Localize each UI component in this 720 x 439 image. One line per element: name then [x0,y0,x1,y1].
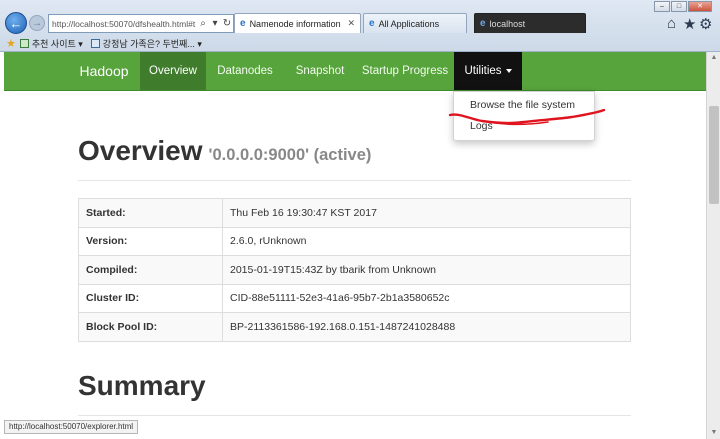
refresh-icon[interactable]: ↻ [221,18,233,29]
nav-utilities[interactable]: Utilities [454,52,522,90]
minimize-button[interactable]: – [654,1,670,12]
row-value: 2.6.0, rUnknown [222,226,631,256]
favorite-item-news[interactable]: 강정남 가족은? 두번째... ▾ [90,37,202,50]
arrow-right-icon: → [32,17,42,29]
maximize-button[interactable]: □ [671,1,687,12]
overview-subtitle: '0.0.0.0:9000' (active) [208,146,372,164]
row-value: CID-88e51111-52e3-41a6-95b7-2b1a3580652c [222,283,631,313]
site-icon [90,39,100,48]
table-row: Cluster ID: CID-88e51111-52e3-41a6-95b7-… [78,283,631,313]
arrow-left-icon: ← [9,15,23,31]
gear-icon[interactable]: ⚙ [699,15,712,33]
browser-tab-applications[interactable]: e All Applications [363,13,467,33]
navbar: Hadoop Overview Datanodes Snapshot Start… [4,52,706,91]
site-icon [19,39,29,48]
favorites-star-icon[interactable]: ★ [6,37,16,50]
ie-page-icon: e [240,18,246,29]
row-key: Cluster ID: [78,283,223,313]
table-row: Block Pool ID: BP-2113361586-192.168.0.1… [78,312,631,342]
nav-overview[interactable]: Overview [140,52,206,90]
scroll-down-icon[interactable]: ▼ [709,429,719,436]
address-url: http://localhost:50070/dfshealth.html#t [52,18,196,29]
favorites-bar: ★ 추천 사이트 ▾ 강정남 가족은? 두번째... ▾ [0,35,720,52]
forward-button[interactable]: → [29,15,45,31]
nav-startup-progress[interactable]: Startup Progress [356,52,454,90]
scroll-thumb[interactable] [709,106,719,204]
nav-utilities-label: Utilities [464,65,502,77]
nav-datanodes[interactable]: Datanodes [206,52,284,90]
tab-label: All Applications [378,18,440,29]
table-row: Started: Thu Feb 16 19:30:47 KST 2017 [78,198,631,228]
page-content: Hadoop Overview Datanodes Snapshot Start… [0,52,706,439]
brand-link[interactable]: Hadoop [68,52,140,90]
ie-page-icon: e [480,18,486,29]
nav-snapshot[interactable]: Snapshot [284,52,356,90]
browser-toolbar: ← → http://localhost:50070/dfshealth.htm… [0,0,720,52]
row-key: Block Pool ID: [78,312,223,342]
row-value: 2015-01-19T15:43Z by tbarik from Unknown [222,255,631,285]
tab-label: Namenode information [249,18,341,29]
row-value: Thu Feb 16 19:30:47 KST 2017 [222,198,631,228]
home-icon[interactable]: ⌂ [667,15,676,32]
table-row: Version: 2.6.0, rUnknown [78,226,631,256]
dropdown-icon[interactable]: ▾ [209,18,221,29]
browser-tab-localhost[interactable]: e localhost [474,13,586,33]
tab-label: localhost [489,18,526,29]
caret-down-icon [505,68,512,73]
ie-page-icon: e [369,18,375,29]
row-key: Started: [78,198,223,228]
browser-tab-namenode[interactable]: e Namenode information ✕ [234,13,361,33]
divider [78,415,631,416]
page-title: Overview '0.0.0.0:9000' (active) [78,135,371,167]
table-row: Compiled: 2015-01-19T15:43Z by tbarik fr… [78,255,631,285]
favorites-star-icon[interactable]: ★ [683,15,696,33]
overview-table: Started: Thu Feb 16 19:30:47 KST 2017 Ve… [78,198,631,342]
row-value: BP-2113361586-192.168.0.151-148724102848… [222,312,631,342]
close-window-button[interactable]: ✕ [688,1,712,12]
summary-title: Summary [78,370,206,401]
back-button[interactable]: ← [5,12,27,34]
divider [78,180,631,181]
row-key: Compiled: [78,255,223,285]
address-bar[interactable]: http://localhost:50070/dfshealth.html#t … [48,14,234,33]
search-icon[interactable]: ⌕ [197,18,209,29]
favorite-item-recommended[interactable]: 추천 사이트 ▾ [19,37,83,50]
vertical-scrollbar[interactable]: ▲ ▼ [706,52,720,439]
row-key: Version: [78,226,223,256]
status-bar-url: http://localhost:50070/explorer.html [4,420,139,434]
red-underline-annotation [448,109,606,126]
close-tab-icon[interactable]: ✕ [343,18,355,29]
overview-title: Overview [78,135,203,166]
scroll-up-icon[interactable]: ▲ [709,54,719,61]
